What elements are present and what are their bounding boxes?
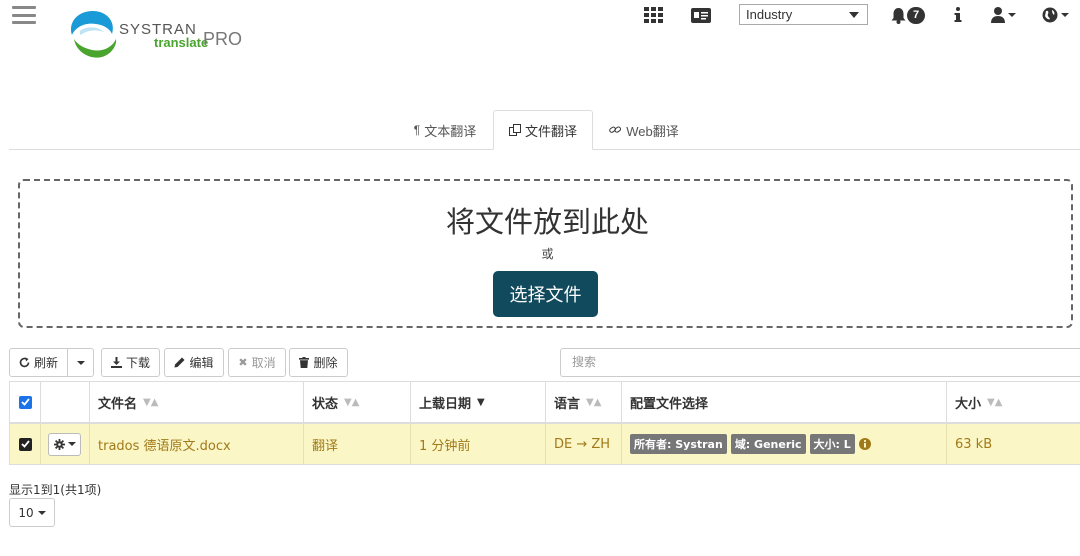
profile-tag-domain: 域: Generic [730,434,806,454]
gear-icon [53,438,65,450]
column-header-upload-date[interactable]: 上载日期 ▼ [411,382,546,424]
pencil-icon [174,357,185,368]
file-dropzone[interactable]: 将文件放到此处 或 选择文件 [18,179,1073,328]
link-icon [609,126,622,133]
refresh-dropdown-button[interactable] [67,348,94,377]
caret-down-icon [76,360,85,365]
info-circle-icon[interactable] [858,438,871,450]
tab-file-translation[interactable]: 文件翻译 [493,110,593,150]
systran-logo[interactable]: SYSTRAN translate PRO [66,8,246,64]
apps-grid-icon[interactable] [643,6,663,24]
cell-status: 翻译 [304,424,411,464]
column-header-language[interactable]: 语言 ▼▲ [546,382,622,424]
tab-web-translation[interactable]: Web翻译 [600,110,688,150]
refresh-label: 刷新 [33,356,58,370]
sort-icon: ▼▲ [586,396,602,408]
sort-icon: ▼▲ [143,396,159,408]
grid-icon [643,7,663,23]
select-all-checkbox[interactable] [18,395,32,409]
close-icon: ✖ [238,356,248,369]
refresh-button[interactable]: 刷新 [9,348,68,377]
delete-label: 删除 [313,356,338,370]
menu-icon[interactable] [12,6,36,24]
delete-button[interactable]: 删除 [289,348,348,377]
tab-text-translation[interactable]: ¶ 文本翻译 [401,110,489,150]
tab-label: Web翻译 [626,123,679,139]
id-card-icon[interactable] [690,6,712,24]
column-header-status[interactable]: 状态 ▼▲ [304,382,411,424]
paragraph-icon: ¶ [413,123,421,137]
cancel-label: 取消 [251,356,276,370]
row-checkbox[interactable] [18,437,32,451]
copy-icon [508,124,521,136]
cell-profile: 所有者: Systran 域: Generic 大小: L [622,424,947,464]
select-all-header [10,382,41,424]
info-icon[interactable] [952,6,964,24]
download-button[interactable]: 下载 [101,348,160,377]
edit-button[interactable]: 编辑 [164,348,224,377]
caret-down-icon [37,510,46,515]
bell-icon [891,7,906,24]
column-label: 状态 [312,396,339,412]
edit-label: 编辑 [189,356,214,370]
files-table: 文件名 ▼▲ 状态 ▼▲ 上载日期 ▼ 语言 ▼▲ 配置文件选择 大小 ▼▲ t… [9,381,1080,465]
language-menu-button[interactable] [1041,6,1069,24]
user-icon [990,7,1005,23]
actions-header [41,382,90,424]
cancel-button[interactable]: ✖ 取消 [228,348,286,377]
profile-tag-size: 大小: L [809,434,855,454]
column-label: 配置文件选择 [630,396,709,412]
column-label: 语言 [554,396,581,412]
column-header-profile: 配置文件选择 [622,382,947,424]
logo-pro-text: PRO [203,29,243,49]
search-input[interactable]: 搜索 [560,348,1080,377]
column-header-filename[interactable]: 文件名 ▼▲ [90,382,304,424]
tab-label: 文件翻译 [524,123,577,139]
row-actions-button[interactable] [48,432,81,456]
download-icon [110,357,122,368]
caret-down-icon [1007,13,1016,17]
page-size-select[interactable]: 10 [9,498,55,527]
cell-filename[interactable]: trados 德语原文.docx [90,424,304,464]
dropzone-title: 将文件放到此处 [445,205,649,239]
caret-down-icon [67,442,76,446]
cell-language: DE → ZH [546,424,622,464]
domain-select-value: Industry [746,7,793,22]
notification-count-badge: 7 [907,7,925,24]
caret-down-icon [1060,13,1069,17]
table-row-checkbox-cell [10,424,41,464]
cell-size: 63 kB [947,424,1080,464]
choose-file-button[interactable]: 选择文件 [493,271,598,317]
table-row-actions-cell [41,424,90,464]
logo-sub-text: translate [154,35,209,50]
page-size-value: 10 [18,505,34,520]
pagination-summary: 显示1到1(共1项) [9,483,102,497]
user-menu-button[interactable] [990,6,1016,24]
column-label: 大小 [955,396,982,412]
dropzone-or-text: 或 [541,247,554,261]
profile-tag-owner: 所有者: Systran [630,434,727,454]
sort-desc-icon: ▼ [477,396,485,408]
trash-icon [299,357,310,368]
tab-label: 文本翻译 [424,123,477,139]
caret-down-icon [849,12,859,18]
notifications-button[interactable]: 7 [890,6,930,24]
sort-icon: ▼▲ [344,396,360,408]
domain-select[interactable]: Industry [739,4,868,25]
column-label: 文件名 [98,396,138,412]
download-label: 下载 [125,356,150,370]
column-label: 上载日期 [419,396,472,412]
column-header-size[interactable]: 大小 ▼▲ [947,382,1080,424]
logo-mark [70,11,117,58]
cell-upload-date: 1 分钟前 [411,424,546,464]
sort-icon: ▼▲ [987,396,1003,408]
globe-icon [1042,7,1057,23]
refresh-icon [19,357,30,368]
